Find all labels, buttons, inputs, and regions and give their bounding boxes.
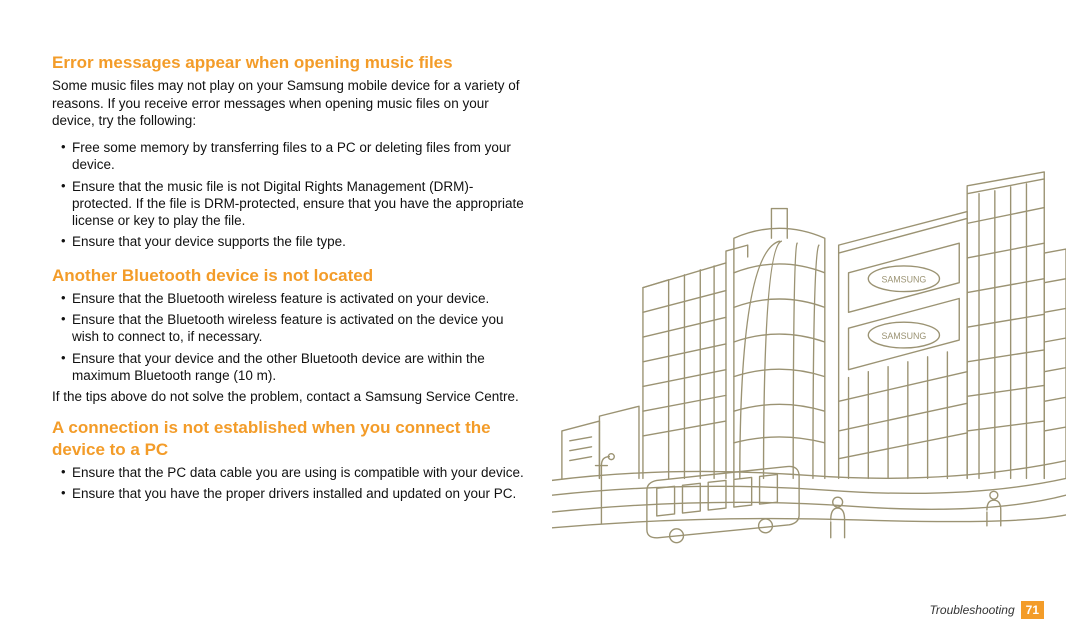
- billboard-text-upper: SAMSUNG: [881, 275, 926, 285]
- bullet-list: Free some memory by transferring files t…: [52, 139, 532, 251]
- footer-section-label: Troubleshooting: [929, 603, 1014, 617]
- section-outro: If the tips above do not solve the probl…: [52, 388, 532, 405]
- section-intro: Some music files may not play on your Sa…: [52, 77, 532, 129]
- list-item: Ensure that the PC data cable you are us…: [52, 464, 532, 481]
- list-item: Ensure that the music file is not Digita…: [52, 178, 532, 230]
- section-pc-connection: A connection is not established when you…: [52, 417, 532, 502]
- list-item: Ensure that you have the proper drivers …: [52, 485, 532, 502]
- section-heading: A connection is not established when you…: [52, 417, 532, 460]
- list-item: Free some memory by transferring files t…: [52, 139, 532, 174]
- billboard-text-lower: SAMSUNG: [881, 331, 926, 341]
- list-item: Ensure that your device supports the fil…: [52, 233, 532, 250]
- section-heading: Another Bluetooth device is not located: [52, 265, 532, 286]
- section-heading: Error messages appear when opening music…: [52, 52, 532, 73]
- section-music-errors: Error messages appear when opening music…: [52, 52, 532, 251]
- bullet-list: Ensure that the PC data cable you are us…: [52, 464, 532, 503]
- section-bluetooth: Another Bluetooth device is not located …: [52, 265, 532, 406]
- list-item: Ensure that the Bluetooth wireless featu…: [52, 311, 532, 346]
- page-number: 71: [1021, 601, 1044, 619]
- illustration-column: SAMSUNG SAMSUNG: [572, 52, 1036, 629]
- cityscape-illustration: SAMSUNG SAMSUNG: [552, 122, 1066, 562]
- list-item: Ensure that the Bluetooth wireless featu…: [52, 290, 532, 307]
- page-footer: Troubleshooting 71: [929, 601, 1044, 619]
- bullet-list: Ensure that the Bluetooth wireless featu…: [52, 290, 532, 384]
- content-column: Error messages appear when opening music…: [52, 52, 532, 629]
- list-item: Ensure that your device and the other Bl…: [52, 350, 532, 385]
